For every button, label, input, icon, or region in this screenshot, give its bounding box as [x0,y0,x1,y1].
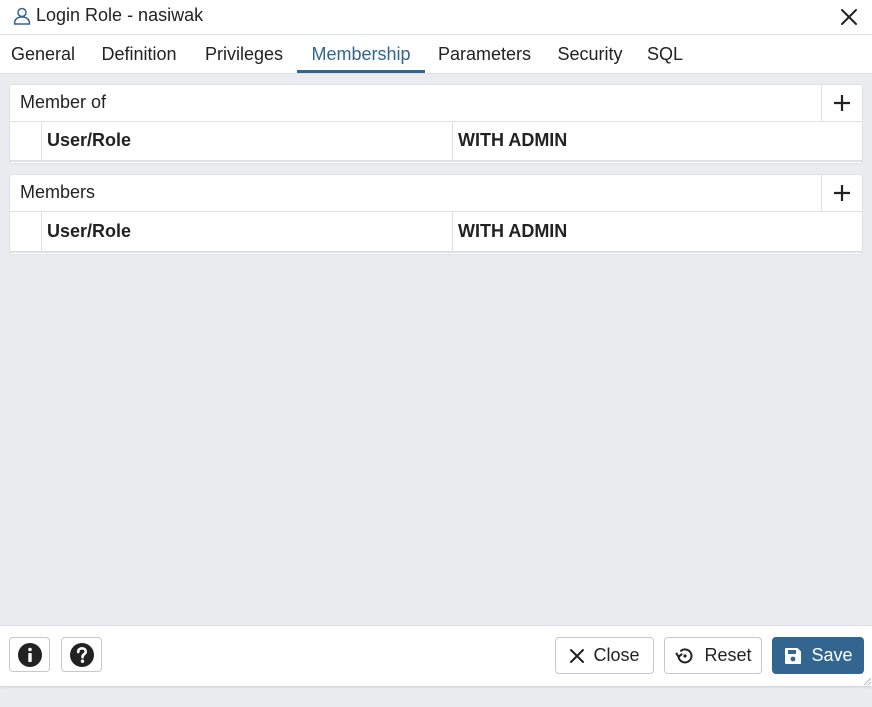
info-icon [17,642,42,667]
column-with-admin[interactable]: WITH ADMIN [453,121,862,160]
row-handle-column [10,212,42,251]
member-of-column-headers: User/Role WITH ADMIN [10,121,862,162]
save-icon [785,647,802,664]
plus-icon [834,185,850,201]
add-member-button[interactable] [821,175,862,211]
save-button-label: Save [811,645,853,665]
row-handle-column [10,121,42,160]
help-icon [69,642,94,667]
column-with-admin[interactable]: WITH ADMIN [453,212,862,251]
members-title: Members [20,182,96,202]
tab-security[interactable]: Security [544,35,636,73]
dialog-title: Login Role - nasiwak [36,5,204,25]
reset-button-label: Reset [704,645,752,665]
close-button[interactable]: Close [555,637,654,674]
close-icon[interactable] [836,4,862,30]
tab-privileges[interactable]: Privileges [192,35,296,73]
reset-icon [675,647,693,663]
tab-definition[interactable]: Definition [86,35,192,73]
close-icon [570,648,585,663]
members-header: Members [10,175,862,212]
help-button[interactable] [61,637,102,672]
column-user-role[interactable]: User/Role [42,121,453,160]
column-user-role[interactable]: User/Role [42,212,453,251]
dialog-footer: Close Reset Save [0,625,872,686]
members-panel: Members User/Role WITH ADMIN [9,174,863,255]
tab-bar: General Definition Privileges Membership… [0,35,872,74]
member-of-title: Member of [20,92,107,112]
tab-parameters[interactable]: Parameters [425,35,544,73]
login-role-dialog: Login Role - nasiwak General Definition … [0,0,872,686]
title-bar[interactable]: Login Role - nasiwak [0,0,872,35]
tab-sql[interactable]: SQL [636,35,694,73]
info-button[interactable] [9,637,50,672]
plus-icon [834,95,850,111]
member-of-header: Member of [10,85,862,122]
tab-membership[interactable]: Membership [297,35,425,73]
tab-general[interactable]: General [0,35,86,73]
user-icon [13,7,31,25]
close-button-label: Close [593,645,640,665]
member-of-panel: Member of User/Role WITH ADMIN [9,84,863,164]
reset-button[interactable]: Reset [664,637,762,674]
resize-grip-icon[interactable] [860,674,872,686]
add-member-of-button[interactable] [821,85,862,121]
save-button[interactable]: Save [772,637,864,674]
members-column-headers: User/Role WITH ADMIN [10,212,862,253]
